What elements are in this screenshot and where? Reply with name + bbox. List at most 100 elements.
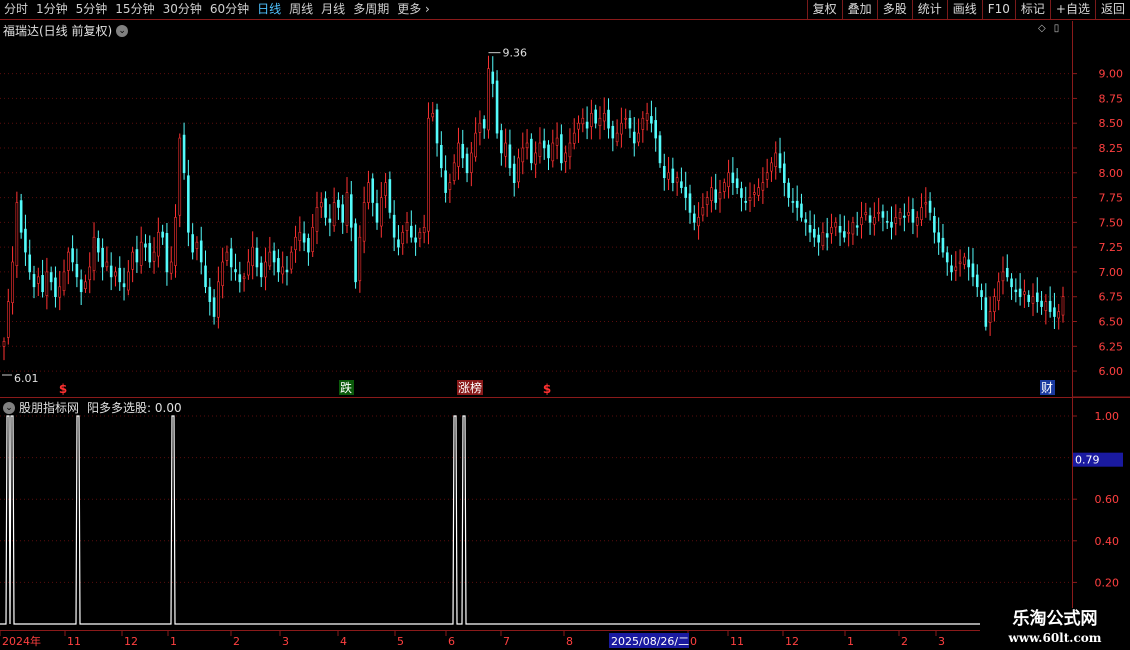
candle xyxy=(860,201,863,239)
candle xyxy=(834,217,838,237)
candle-body xyxy=(71,248,74,263)
candle-body xyxy=(285,269,289,273)
candle xyxy=(937,217,940,255)
candle-body xyxy=(560,134,563,164)
candle-body xyxy=(825,233,829,238)
panel-toggle-icon[interactable]: ▯ xyxy=(1054,23,1060,34)
candle xyxy=(954,251,958,282)
candle-body xyxy=(813,228,816,238)
candle xyxy=(379,182,383,238)
period-tab-6[interactable]: 日线 xyxy=(253,0,285,19)
candlestick-chart[interactable]: 9.36 6.01 $ 跌 涨榜 $ 财 xyxy=(0,21,1072,397)
candle-body xyxy=(963,256,966,265)
candle-body xyxy=(62,271,66,291)
candle xyxy=(187,159,190,247)
candle xyxy=(671,157,675,192)
toolbar-button-0[interactable]: 复权 xyxy=(806,0,842,19)
candle-body xyxy=(452,162,456,181)
candle xyxy=(58,270,62,311)
candle xyxy=(945,246,949,276)
candle-body xyxy=(32,274,36,288)
toolbar-button-4[interactable]: 画线 xyxy=(946,0,982,19)
diamond-icon[interactable]: ◇ xyxy=(1038,23,1046,34)
period-tab-1[interactable]: 1分钟 xyxy=(32,0,72,19)
candle-body xyxy=(684,186,688,198)
indicator-chart[interactable] xyxy=(0,398,1072,630)
event-marker-fin[interactable]: 财 xyxy=(1040,380,1055,395)
date-label: 2 xyxy=(233,635,240,648)
candle xyxy=(41,259,44,298)
candle xyxy=(993,288,996,322)
event-marker-dollar[interactable]: $ xyxy=(543,382,551,396)
event-marker-rise[interactable]: 涨榜 xyxy=(457,380,483,395)
candle-body xyxy=(821,231,825,247)
candle xyxy=(868,207,872,235)
candle-body xyxy=(778,153,782,169)
price-chart-panel[interactable]: 9.36 6.01 $ 跌 涨榜 $ 财 福瑞达(日线 前复权) ⌄ ◇ ▯ xyxy=(0,21,1072,397)
period-tab-3[interactable]: 15分钟 xyxy=(111,0,158,19)
event-marker-fall[interactable]: 跌 xyxy=(339,380,354,395)
candle xyxy=(650,100,653,133)
candle xyxy=(572,118,576,150)
candle xyxy=(851,216,855,245)
candle xyxy=(680,167,683,194)
candle xyxy=(264,247,267,291)
candle xyxy=(753,184,756,207)
candle-body xyxy=(28,254,32,273)
event-marker-dollar[interactable]: $ xyxy=(59,382,67,396)
candle xyxy=(478,110,482,146)
toolbar-button-1[interactable]: 叠加 xyxy=(841,0,877,19)
indicator-series-label: 阳多多选股: 0.00 xyxy=(87,401,182,415)
toolbar-button-2[interactable]: 多股 xyxy=(876,0,912,19)
candle-body xyxy=(1005,267,1009,278)
period-tab-10[interactable]: 更多 › xyxy=(393,0,434,19)
period-tab-4[interactable]: 30分钟 xyxy=(159,0,206,19)
toolbar-button-7[interactable]: +自选 xyxy=(1049,0,1095,19)
candle xyxy=(761,167,765,204)
period-tab-5[interactable]: 60分钟 xyxy=(206,0,253,19)
candle-body xyxy=(632,131,636,144)
candle xyxy=(971,248,975,287)
indicator-name[interactable]: 股朋指标网 xyxy=(19,399,79,416)
candle-body xyxy=(530,138,533,164)
period-tab-2[interactable]: 5分钟 xyxy=(72,0,112,19)
candle-body xyxy=(783,163,786,183)
candle-body xyxy=(855,225,859,228)
candle-body xyxy=(1001,271,1005,282)
candle-body xyxy=(435,109,439,144)
candle xyxy=(547,140,550,171)
candle-body xyxy=(135,249,139,263)
candle xyxy=(843,215,846,243)
candle-body xyxy=(371,178,375,203)
candle xyxy=(714,173,718,210)
candle xyxy=(607,98,610,139)
candle xyxy=(1057,303,1061,330)
date-label: 11 xyxy=(67,635,81,648)
candle xyxy=(838,214,842,246)
candle-body xyxy=(980,290,983,298)
indicator-axis-label: 1.00 xyxy=(1095,410,1120,423)
candle xyxy=(337,192,340,220)
period-tab-0[interactable]: 分时 xyxy=(0,0,32,19)
toolbar-button-6[interactable]: 标记 xyxy=(1014,0,1050,19)
candle xyxy=(1035,277,1039,313)
toolbar-button-8[interactable]: 返回 xyxy=(1094,0,1130,19)
dropdown-circle-icon[interactable]: ⌄ xyxy=(116,24,129,37)
candle-body xyxy=(414,237,417,243)
candle-body xyxy=(984,297,988,327)
price-axis-label: 9.00 xyxy=(1099,68,1124,81)
period-tab-8[interactable]: 月线 xyxy=(317,0,349,19)
indicator-panel[interactable]: ⌄ 股朋指标网 阳多多选股: 0.00 xyxy=(0,398,1072,630)
date-label: 1 xyxy=(847,635,854,648)
period-tab-7[interactable]: 周线 xyxy=(285,0,317,19)
toolbar-button-3[interactable]: 统计 xyxy=(911,0,947,19)
indicator-dropdown-icon[interactable]: ⌄ xyxy=(3,401,15,414)
toolbar-button-5[interactable]: F10 xyxy=(981,0,1015,19)
candle xyxy=(988,296,992,336)
period-tab-9[interactable]: 多周期 xyxy=(349,0,393,19)
candle-body xyxy=(851,222,855,235)
candle xyxy=(32,265,36,299)
candle-body xyxy=(1014,289,1018,293)
candle xyxy=(881,204,885,232)
candle xyxy=(165,223,169,286)
